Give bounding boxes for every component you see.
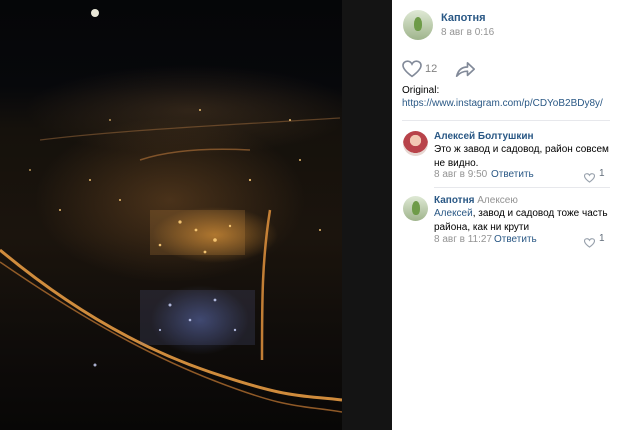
comment-header: Капотня Алексею <box>434 195 518 206</box>
comment-like-count: 1 <box>599 168 605 179</box>
comment-like-button[interactable] <box>583 170 596 188</box>
comment-date[interactable]: 8 авг в 11:27 <box>434 234 492 245</box>
heart-icon <box>583 238 596 248</box>
like-count: 12 <box>425 63 438 75</box>
city-lights <box>0 9 342 413</box>
comment-like-button[interactable] <box>583 235 596 253</box>
comment-like-count: 1 <box>599 233 605 244</box>
heart-icon <box>402 60 422 78</box>
comment-text: Алексей, завод и садовод тоже часть райо… <box>434 207 612 235</box>
comment-text: Это ж завод и садовод, район совсем не в… <box>434 144 609 169</box>
post-side-panel: Капотня 8 авг в 0:16 12 Original: https:… <box>392 0 620 430</box>
comment-author-name[interactable]: Капотня <box>434 195 474 206</box>
divider <box>434 187 610 188</box>
reply-button[interactable]: Ответить <box>494 234 537 245</box>
original-link[interactable]: https://www.instagram.com/p/CDYoB2BDy8y/ <box>402 98 603 109</box>
comment-date[interactable]: 8 авг в 9:50 <box>434 169 487 180</box>
share-button[interactable] <box>455 61 475 83</box>
night-city-photo[interactable] <box>0 0 342 430</box>
moon <box>91 9 99 17</box>
comment-author-name[interactable]: Алексей Болтушкин <box>434 131 534 142</box>
reply-to-name[interactable]: Алексею <box>477 195 518 206</box>
like-button[interactable] <box>402 60 422 83</box>
photo-viewer <box>0 0 392 430</box>
mention-link[interactable]: Алексей <box>434 208 473 219</box>
heart-icon <box>583 173 596 183</box>
post-author-name[interactable]: Капотня <box>441 12 486 24</box>
post-date[interactable]: 8 авг в 0:16 <box>441 27 494 38</box>
reply-button[interactable]: Ответить <box>491 169 534 180</box>
commenter-avatar[interactable] <box>403 131 428 156</box>
share-arrow-icon <box>455 61 475 77</box>
divider <box>402 120 610 121</box>
author-avatar[interactable] <box>403 10 433 40</box>
original-label: Original: <box>402 85 440 96</box>
road-lights <box>260 209 272 361</box>
commenter-avatar[interactable] <box>403 196 428 221</box>
